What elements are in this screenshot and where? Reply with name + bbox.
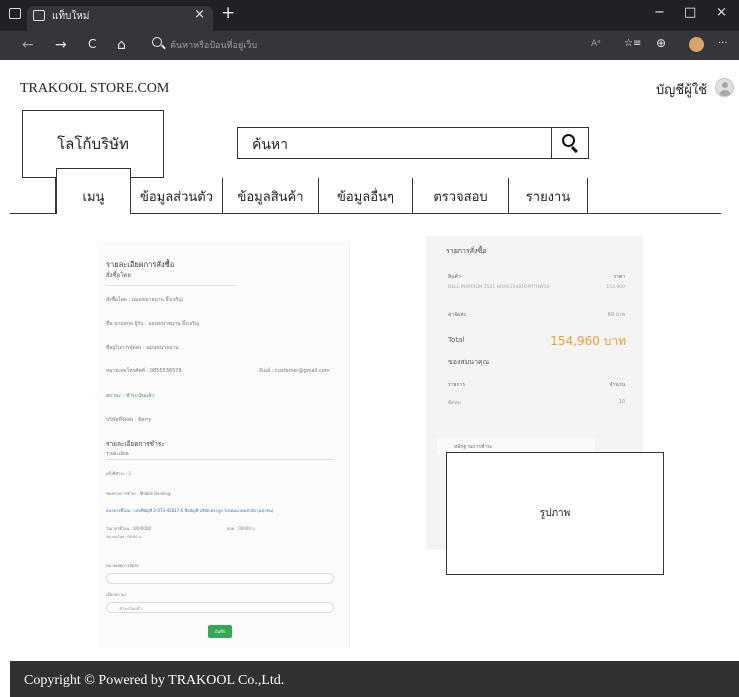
delivery-note-input[interactable] <box>106 573 334 584</box>
shipping-address: ที่อยู่ในการจัดส่ง : นมนขนาจนาน <box>106 345 179 351</box>
gift-col-qty: จำนวน <box>609 382 625 388</box>
col-price: ราคา <box>613 274 625 280</box>
tab-other-info[interactable]: ข้อมูลอื่นๆ <box>319 178 413 214</box>
maximize-button[interactable]: □ <box>684 5 696 20</box>
delivery-note-label: หมายเหตุการจัดส่ง <box>106 563 139 568</box>
customer-email: อีเมล์ : customer@gmail.com <box>259 368 330 374</box>
product-name: DELL INSPIRON 3501 W56615401OPPTHW10 <box>448 285 550 290</box>
tab-title: แท็บใหม่ <box>52 11 90 22</box>
nav-spacer <box>10 178 56 214</box>
search-input[interactable] <box>238 128 551 158</box>
tab-product-info[interactable]: ข้อมูลสินค้า <box>223 178 319 214</box>
window-menu-icon[interactable] <box>9 8 21 19</box>
photo-label: รูปภาพ <box>539 508 571 519</box>
copyright-text: Copyright © Powered by TRAKOOL Co.,Ltd. <box>24 673 285 688</box>
payment-title: รายละเอียดการชำระ <box>106 440 165 448</box>
account-link[interactable]: บัญชีผู้ใช้ <box>656 79 707 100</box>
forward-icon[interactable]: → <box>55 37 67 53</box>
order-details-panel: รายละเอียดการสั่งซื้อ สั่งซื้อโดย สั่งซื… <box>97 241 350 648</box>
site-name[interactable]: TRAKOOL STORE.COM <box>20 81 169 97</box>
browser-titlebar: แท็บใหม่ × + − □ × <box>0 0 739 31</box>
tab-product-info-label: ข้อมูลสินค้า <box>237 188 304 204</box>
phone-number: หมายเลขโทรศัพท์ : 0855536578 <box>106 368 182 374</box>
close-window-button[interactable]: × <box>716 5 727 20</box>
browser-tab[interactable]: แท็บใหม่ × <box>27 6 213 31</box>
reload-icon[interactable]: C <box>88 37 96 51</box>
favorites-icon[interactable]: ☆≡ <box>624 38 641 49</box>
payment-channel: ช่องทางการชำระ : Mobile Banking <box>106 491 171 496</box>
tab-inspect[interactable]: ตรวจสอบ <box>413 178 509 214</box>
payment-subtitle: รายละเอียด <box>106 452 129 457</box>
ordered-by: สั่งซื้อโดย : นมนขนาจนาน อึ้งเจริญ <box>106 297 183 303</box>
tab-page-icon <box>33 10 45 21</box>
tab-personal-info-label: ข้อมูลส่วนตัว <box>139 188 214 204</box>
gift-col-item: รายการ <box>448 382 465 388</box>
site-search <box>237 127 589 159</box>
order-subtitle: สั่งซื้อโดย <box>106 272 131 279</box>
total-value: 154,960 บาท <box>550 334 626 348</box>
profile-avatar[interactable] <box>689 37 704 52</box>
payment-note: วันเวลาโอน : 00:00 น. <box>106 535 143 539</box>
shipping-label: ค่าจัดส่ง <box>448 312 466 318</box>
payment-divider <box>106 459 334 460</box>
more-menu-icon[interactable]: ··· <box>718 38 728 49</box>
tab-close-icon[interactable]: × <box>194 7 205 22</box>
gift-title: ของสมนาคุณ <box>448 358 490 366</box>
address-search-icon <box>152 37 162 47</box>
tab-other-info-label: ข้อมูลอื่นๆ <box>337 188 394 204</box>
read-aloud-icon[interactable]: Aᵃ <box>591 39 601 49</box>
tab-personal-info[interactable]: ข้อมูลส่วนตัว <box>131 178 223 214</box>
tab-report[interactable]: รายงาน <box>509 178 588 214</box>
home-icon[interactable]: ⌂ <box>117 37 126 53</box>
shipping-value: 60 บาท <box>607 312 625 318</box>
save-button[interactable]: บันทึก <box>208 625 232 638</box>
logo-text: โลโก้บริษัท <box>57 137 129 153</box>
payment-amount: ยอด : 00000 บ. <box>227 526 257 531</box>
address-bar[interactable]: ค้นหาหรือป้อนที่อยู่เว็บ <box>170 38 257 52</box>
tab-inspect-label: ตรวจสอบ <box>433 188 488 204</box>
summary-title: รายการสั่งซื้อ <box>446 247 487 255</box>
product-price: 154,900 <box>606 285 625 290</box>
payment-account: ธนาคารที่โอน : เลขที่บัญชี 2-073-45817-6… <box>106 508 274 513</box>
payment-proof-label: หลักฐานการชำระ <box>454 444 493 450</box>
collections-icon[interactable]: ⊕ <box>656 36 666 50</box>
status-select[interactable]: ชำระเงินแล้ว <box>106 602 334 613</box>
gift-qty: 10 <box>618 399 625 405</box>
payment-round: ครั้งที่ชำระ : 1 <box>106 471 132 476</box>
order-status: สถานะ : ชำระเงินแล้ว <box>106 393 155 399</box>
total-label: Total <box>448 336 465 344</box>
tab-menu[interactable]: เมนู <box>56 168 131 214</box>
tab-report-label: รายงาน <box>525 188 571 204</box>
search-icon <box>562 134 575 147</box>
site-footer: Copyright © Powered by TRAKOOL Co.,Ltd. <box>10 661 739 697</box>
gift-item: พัดลม <box>448 400 461 406</box>
status-select-label: เลือกสถานะ <box>106 592 127 597</box>
order-divider <box>106 285 236 286</box>
recipient-name: ชื่อ-นามสกุล ผู้รับ : นมนขนาจนาน อึ้งเจร… <box>106 321 200 327</box>
tab-menu-label: เมนู <box>82 189 105 204</box>
status-select-value: ชำระเงินแล้ว <box>119 606 142 611</box>
payment-proof-image[interactable]: รูปภาพ <box>446 452 664 575</box>
payment-date: วันเวลาที่โอน : 0/0/0000 <box>106 526 152 531</box>
col-product: สินค้า <box>448 274 461 280</box>
search-button[interactable] <box>551 128 588 158</box>
account-user-icon[interactable] <box>715 78 734 97</box>
new-tab-button[interactable]: + <box>221 3 235 23</box>
courier: บริษัทที่จัดส่ง : Kerry <box>106 417 152 423</box>
minimize-button[interactable]: − <box>654 5 665 20</box>
back-icon[interactable]: ← <box>22 37 34 53</box>
browser-toolbar: ← → C ⌂ ค้นหาหรือป้อนที่อยู่เว็บ Aᵃ ☆≡ ⊕… <box>0 31 739 60</box>
